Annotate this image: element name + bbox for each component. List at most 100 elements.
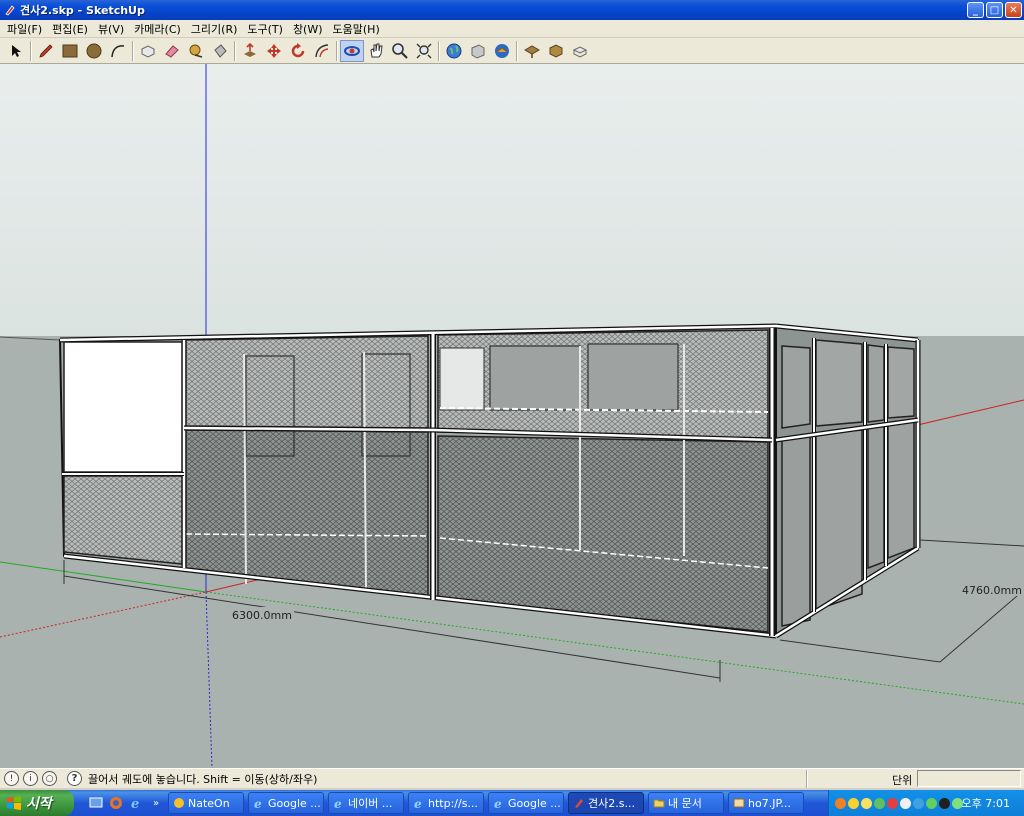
- right-side-glass-8: [887, 421, 915, 560]
- eraser-tool[interactable]: [160, 40, 184, 62]
- circle-tool[interactable]: [82, 40, 106, 62]
- credits-icon[interactable]: i: [23, 771, 38, 786]
- ie-icon: e: [493, 797, 505, 809]
- right-side-glass-2: [815, 339, 863, 427]
- quick-launch: e »: [88, 795, 164, 811]
- mesh-panel-upper-left: [185, 335, 429, 429]
- right-side-glass-5: [781, 435, 811, 627]
- menu-view[interactable]: 뷰(V): [93, 21, 129, 37]
- ie-quicklaunch-icon[interactable]: e: [128, 795, 144, 811]
- orbit-tool[interactable]: [340, 39, 364, 62]
- status-divider: [806, 770, 808, 788]
- svg-text:e: e: [494, 797, 502, 809]
- ie-icon: e: [333, 797, 345, 809]
- place-icon: [572, 45, 588, 58]
- tray-icon-5[interactable]: [887, 797, 898, 809]
- task-nateon[interactable]: NateOn: [168, 792, 244, 814]
- dimension-depth-label: 4760.0mm: [962, 584, 1022, 597]
- google-earth-tool[interactable]: [490, 40, 514, 62]
- task-sketchup[interactable]: 견사2.s...: [568, 792, 644, 814]
- clock[interactable]: 오후 7:01: [962, 795, 1010, 811]
- firefox-icon[interactable]: [108, 795, 124, 811]
- task-google-1[interactable]: e Google ...: [248, 792, 324, 814]
- sketchup-app-icon: [3, 3, 17, 17]
- task-http[interactable]: e http://s...: [408, 792, 484, 814]
- task-naver[interactable]: e 네이버 ...: [328, 792, 404, 814]
- get-models-tool[interactable]: [442, 40, 466, 62]
- menu-tools[interactable]: 도구(T): [242, 21, 288, 37]
- push-pull-tool[interactable]: [238, 40, 262, 62]
- minimize-button[interactable]: _: [967, 2, 984, 18]
- move-icon: [267, 43, 281, 58]
- tray-icon-1[interactable]: [835, 797, 846, 809]
- start-button[interactable]: 시작: [0, 790, 74, 816]
- toolbar-separator: [234, 40, 236, 61]
- windows-logo-icon: [7, 796, 21, 810]
- user-icon[interactable]: ○: [42, 771, 57, 786]
- task-image-viewer[interactable]: ho7.JP...: [728, 792, 804, 814]
- right-side-glass-6: [815, 429, 863, 612]
- tray-icon-7[interactable]: [913, 797, 924, 809]
- viewport-canvas[interactable]: 6300.0mm 4760.0mm: [0, 64, 1024, 768]
- restore-button[interactable]: □: [986, 2, 1003, 18]
- menu-camera[interactable]: 카메라(C): [129, 21, 186, 37]
- menu-window[interactable]: 창(W): [288, 21, 328, 37]
- image-icon: [733, 797, 745, 809]
- menu-file[interactable]: 파일(F): [2, 21, 47, 37]
- pencil-tool[interactable]: [34, 40, 58, 62]
- task-my-documents[interactable]: 내 문서: [648, 792, 724, 814]
- tray-icon-6[interactable]: [900, 797, 911, 809]
- toggle-terrain-tool[interactable]: [544, 40, 568, 62]
- geo-location-icon[interactable]: !: [4, 771, 19, 786]
- select-tool[interactable]: [4, 40, 28, 62]
- left-wall-panel: [63, 341, 183, 473]
- tray-icon-3[interactable]: [861, 797, 872, 809]
- show-desktop-icon[interactable]: [88, 795, 104, 811]
- tape-measure-tool[interactable]: [184, 40, 208, 62]
- make-component-tool[interactable]: [136, 40, 160, 62]
- paint-bucket-tool[interactable]: [208, 40, 232, 62]
- status-bar: ! i ○ ? 끌어서 궤도에 놓습니다. Shift = 이동(상하/좌우) …: [0, 768, 1024, 788]
- model-viewport[interactable]: 6300.0mm 4760.0mm: [0, 64, 1024, 768]
- help-icon[interactable]: ?: [67, 771, 82, 786]
- tray-icon-2[interactable]: [848, 797, 859, 809]
- get-current-view-tool[interactable]: [520, 40, 544, 62]
- pan-tool[interactable]: [364, 40, 388, 62]
- window-title: 견사2.skp - SketchUp: [20, 4, 145, 17]
- rectangle-tool[interactable]: [58, 40, 82, 62]
- measurements-input[interactable]: [917, 770, 1021, 787]
- close-button[interactable]: ✕: [1005, 2, 1022, 18]
- quicklaunch-more-icon[interactable]: »: [148, 795, 164, 811]
- pencil-icon: [39, 43, 53, 58]
- measurements-label: 단위: [892, 774, 913, 787]
- tray-icon-4[interactable]: [874, 797, 885, 809]
- share-model-tool[interactable]: [466, 40, 490, 62]
- sketchup-window: 견사2.skp - SketchUp _ □ ✕ 파일(F) 편집(E) 뷰(V…: [0, 0, 1024, 816]
- rectangle-icon: [62, 44, 78, 57]
- sky: [0, 64, 1024, 336]
- svg-text:e: e: [414, 797, 422, 809]
- task-google-2[interactable]: e Google ...: [488, 792, 564, 814]
- toolbar-separator: [30, 40, 32, 61]
- toolbar-separator: [132, 40, 134, 61]
- right-side-glass-7: [867, 425, 885, 570]
- nateon-icon: [173, 797, 185, 809]
- title-bar[interactable]: 견사2.skp - SketchUp _ □ ✕: [0, 0, 1024, 20]
- tray-icon-9[interactable]: [939, 797, 950, 809]
- status-message: 끌어서 궤도에 놓습니다. Shift = 이동(상하/좌우): [88, 772, 318, 786]
- move-tool[interactable]: [262, 40, 286, 62]
- menu-draw[interactable]: 그리기(R): [186, 21, 243, 37]
- svg-text:e: e: [334, 797, 342, 809]
- offset-tool[interactable]: [310, 40, 334, 62]
- menu-help[interactable]: 도움말(H): [328, 21, 385, 37]
- rotate-tool[interactable]: [286, 40, 310, 62]
- zoom-tool[interactable]: [388, 40, 412, 62]
- right-side-glass-4: [887, 346, 915, 419]
- zoom-extents-tool[interactable]: [412, 40, 436, 62]
- menu-edit[interactable]: 편집(E): [47, 21, 93, 37]
- mesh-panel-lower-left: [185, 429, 429, 597]
- tray-icon-8[interactable]: [926, 797, 937, 809]
- arc-tool[interactable]: [106, 40, 130, 62]
- place-model-tool[interactable]: [568, 40, 592, 62]
- interior-window-3: [439, 347, 485, 411]
